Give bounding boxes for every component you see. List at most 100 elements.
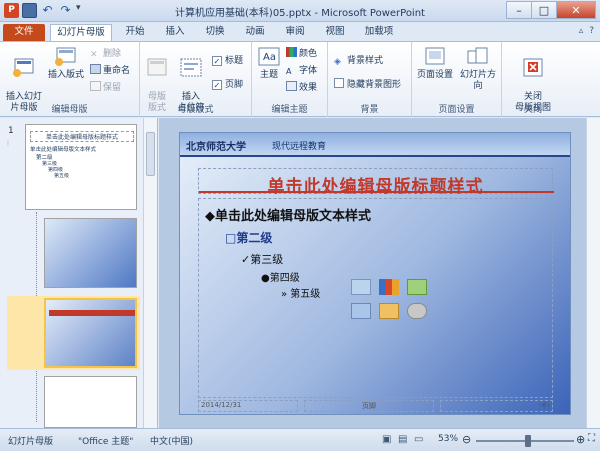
slide-number-placeholder[interactable]: ‹#› xyxy=(440,400,553,412)
placeholder-icon xyxy=(180,58,202,77)
tab-view[interactable]: 视图 xyxy=(317,24,353,41)
colors-icon xyxy=(286,47,297,57)
layout-thumbnail-2-selected[interactable] xyxy=(44,298,137,368)
minimize-button[interactable]: – xyxy=(506,1,532,19)
group-label: 编辑主题 xyxy=(271,105,308,115)
insert-layout-button[interactable]: 插入版式 xyxy=(46,46,86,81)
zoom-slider-thumb[interactable] xyxy=(525,435,532,447)
slide-title: 单击此处编辑母版标题样式 xyxy=(267,177,484,197)
tab-transitions[interactable]: 切换 xyxy=(197,24,233,41)
master-indicator-icon: ⫶ xyxy=(7,140,9,148)
thumb-l5: 第五级 xyxy=(54,173,70,179)
text-level-5: » 第五级 xyxy=(281,289,321,300)
header-subtitle: 现代远程教育 xyxy=(272,142,327,152)
background-styles-button[interactable]: ◈ 背景样式 xyxy=(334,54,383,68)
group-close: 关闭 母版视图 关闭 xyxy=(502,42,564,117)
body-placeholder[interactable]: ◆单击此处编辑母版文本样式 □第二级 ✓第三级 ●第四级 » 第五级 xyxy=(198,198,553,398)
fonts-button[interactable]: A 字体 xyxy=(286,64,317,78)
slide-thumbnail-pane: 1 ⫶ 单击此处编辑母版标题样式 单击此处编辑母版文本样式 第二级 第三级 第四… xyxy=(0,118,158,428)
slide-master-thumbnail[interactable]: 单击此处编辑母版标题样式 单击此处编辑母版文本样式 第二级 第三级 第四级 第五… xyxy=(25,124,137,210)
slide-header-band: 北京师范大学 现代远程教育 xyxy=(180,133,570,157)
insert-picture-icon[interactable] xyxy=(351,303,371,319)
ribbon-tabs: 文件 幻灯片母版 开始 插入 切换 动画 审阅 视图 加载项 ▵ ? xyxy=(0,22,600,41)
slide-sorter-icon[interactable]: ▤ xyxy=(398,434,407,445)
themes-button[interactable]: Aa 主题 xyxy=(255,46,283,81)
ribbon: 插入幻灯 片母版 插入版式 ✕ 删除 重命名 保留 编辑母版 母版 版式 插入 占… xyxy=(0,41,600,117)
colors-button[interactable]: 颜色 xyxy=(286,47,317,61)
title-placeholder[interactable]: 单击此处编辑母版标题样式 xyxy=(198,168,554,197)
status-language[interactable]: 中文(中国) xyxy=(150,434,193,447)
university-logo-text: 北京师范大学 xyxy=(186,142,246,153)
normal-view-icon[interactable]: ▣ xyxy=(382,434,391,445)
group-background: ◈ 背景样式 隐藏背景图形 背景 xyxy=(328,42,412,117)
tab-slide-master[interactable]: 幻灯片母版 xyxy=(50,24,112,41)
reading-view-icon[interactable]: ▭ xyxy=(414,434,423,445)
footer-check-icon: ✓ xyxy=(212,80,222,90)
group-edit-theme: Aa 主题 颜色 A 字体 效果 编辑主题 xyxy=(252,42,328,117)
insert-master-icon xyxy=(13,58,34,77)
title-checkbox[interactable]: ✓ 标题 xyxy=(212,54,243,68)
rename-icon xyxy=(90,64,101,74)
tab-file[interactable]: 文件 xyxy=(3,24,45,41)
hide-background-checkbox[interactable]: 隐藏背景图形 xyxy=(334,78,401,92)
tab-addins[interactable]: 加载项 xyxy=(357,24,401,41)
tab-home[interactable]: 开始 xyxy=(117,24,153,41)
zoom-out-icon[interactable]: ⊖ xyxy=(462,433,471,446)
ribbon-right-icons: ▵ ? xyxy=(579,26,594,36)
zoom-in-icon[interactable]: ⊕ xyxy=(576,433,585,446)
master-slide[interactable]: 北京师范大学 现代远程教育 单击此处编辑母版标题样式 ◆单击此处编辑母版文本样式… xyxy=(179,132,571,415)
footer-checkbox[interactable]: ✓ 页脚 xyxy=(212,78,243,92)
insert-layout-label: 插入版式 xyxy=(47,70,84,80)
window-controls: – □ ✕ xyxy=(506,1,596,19)
minimize-ribbon-icon[interactable]: ▵ xyxy=(579,26,584,36)
insert-table-icon[interactable] xyxy=(351,279,371,295)
title-check-icon: ✓ xyxy=(212,56,222,66)
group-label: 背景 xyxy=(360,105,379,115)
thumbnail-scrollbar[interactable] xyxy=(143,118,157,428)
tab-insert[interactable]: 插入 xyxy=(157,24,193,41)
maximize-button[interactable]: □ xyxy=(531,1,557,19)
text-level-4: ●第四级 xyxy=(261,273,300,284)
paint-bucket-icon: ◈ xyxy=(334,57,341,67)
orientation-icon xyxy=(467,47,488,64)
insert-clipart-icon[interactable] xyxy=(379,303,399,319)
status-view: 幻灯片母版 xyxy=(8,437,54,447)
layout-thumbnail-3[interactable] xyxy=(44,376,137,428)
layout-thumbnail-1[interactable] xyxy=(44,218,137,288)
insert-media-icon[interactable] xyxy=(407,303,427,319)
effects-button[interactable]: 效果 xyxy=(286,81,317,95)
close-master-icon xyxy=(523,58,543,77)
rename-button[interactable]: 重命名 xyxy=(90,64,130,78)
thumbnail-scroll-thumb[interactable] xyxy=(146,132,155,176)
help-icon[interactable]: ? xyxy=(589,26,594,36)
thumb-red-band xyxy=(49,310,135,316)
group-label: 关闭 xyxy=(523,105,542,115)
date-placeholder[interactable]: 2014/12/31 xyxy=(198,400,298,412)
fit-window-icon[interactable]: ⛶ xyxy=(588,433,595,444)
group-page-setup: 页面设置 幻灯片方向 页面设置 xyxy=(412,42,502,117)
text-level-1: ◆单击此处编辑母版文本样式 xyxy=(205,209,371,224)
delete-button[interactable]: ✕ 删除 xyxy=(90,47,121,61)
text-level-2: □第二级 xyxy=(225,231,273,245)
hide-bg-check-icon xyxy=(334,78,344,88)
canvas-scrollbar[interactable] xyxy=(586,118,600,428)
insert-chart-icon[interactable] xyxy=(379,279,399,295)
title-bar: P ↶ ↷ ▾ 计算机应用基础(本科)05.pptx - Microsoft P… xyxy=(0,0,600,22)
fonts-icon: A xyxy=(286,67,292,76)
svg-text:Aa: Aa xyxy=(263,52,276,63)
thumb-l1: 单击此处编辑母版文本样式 xyxy=(30,147,97,153)
content-insert-icons xyxy=(351,279,431,331)
group-label: 编辑母版 xyxy=(51,105,88,115)
tab-animations[interactable]: 动画 xyxy=(237,24,273,41)
footer-placeholder[interactable]: 页脚 xyxy=(304,400,434,412)
close-button[interactable]: ✕ xyxy=(556,1,596,19)
thumb-number: 1 xyxy=(8,126,14,136)
page-setup-button[interactable]: 页面设置 xyxy=(415,46,455,81)
status-bar: 幻灯片母版 "Office 主题" 中文(中国) ▣ ▤ ▭ 53% ⊖ ⊕ ⛶ xyxy=(0,428,600,451)
insert-smartart-icon[interactable] xyxy=(407,279,427,295)
slide-orientation-button[interactable]: 幻灯片方向 xyxy=(456,46,500,92)
text-level-3: ✓第三级 xyxy=(241,253,284,266)
zoom-level[interactable]: 53% xyxy=(438,434,458,444)
preserve-button[interactable]: 保留 xyxy=(90,81,121,95)
tab-review[interactable]: 审阅 xyxy=(277,24,313,41)
